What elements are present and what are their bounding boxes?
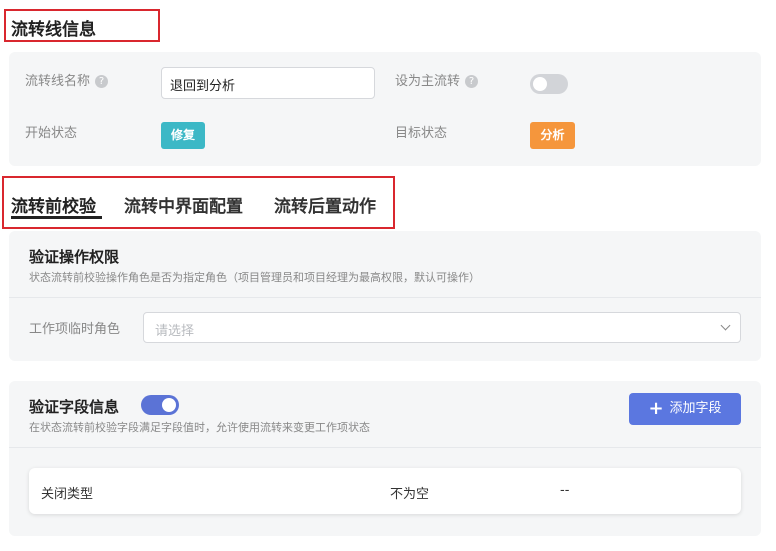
tab-bar: 流转前校验 流转中界面配置 流转后置动作 (2, 176, 395, 229)
tab-interface-config[interactable]: 流转中界面配置 (124, 192, 243, 217)
start-status-label: 开始状态 (25, 126, 78, 141)
target-status-tag: 分析 (530, 122, 575, 149)
tab-post-action[interactable]: 流转后置动作 (274, 192, 376, 217)
main-flow-label: 设为主流转? (395, 70, 479, 89)
add-field-button[interactable]: + 添加字段 (629, 393, 741, 425)
flow-info-card: 流转线名称? 退回到分析 设为主流转? 开始状态 修复 目标状态 分析 (9, 52, 761, 166)
permission-title: 验证操作权限 (29, 248, 120, 266)
field-check-title: 验证字段信息 (29, 398, 120, 416)
field-condition: 不为空 (390, 487, 430, 502)
field-check-subtitle: 在状态流转前校验字段满足字段值时，允许使用流转来变更工作项状态 (29, 421, 370, 434)
divider (9, 297, 761, 298)
tab-pre-check[interactable]: 流转前校验 (11, 192, 96, 217)
field-check-card: 验证字段信息 在状态流转前校验字段满足字段值时，允许使用流转来变更工作项状态 +… (9, 381, 761, 536)
role-select[interactable]: 请选择 (143, 312, 741, 343)
target-status-label: 目标状态 (395, 126, 448, 141)
flow-name-label: 流转线名称? (25, 70, 109, 89)
permission-subtitle: 状态流转前校验操作角色是否为指定角色（项目管理员和项目经理为最高权限，默认可操作… (29, 271, 480, 284)
flow-name-input[interactable]: 退回到分析 (161, 67, 375, 99)
toggle-knob (162, 398, 176, 412)
help-icon[interactable]: ? (465, 75, 479, 88)
divider (9, 447, 761, 448)
field-value: -- (560, 483, 570, 498)
role-label: 工作项临时角色 (29, 322, 121, 337)
field-check-toggle[interactable] (141, 395, 179, 415)
permission-card: 验证操作权限 状态流转前校验操作角色是否为指定角色（项目管理员和项目经理为最高权… (9, 231, 761, 361)
role-placeholder: 请选择 (155, 324, 195, 339)
chevron-down-icon (720, 320, 731, 331)
field-name: 关闭类型 (41, 487, 94, 502)
section-title: 流转线信息 (4, 9, 160, 42)
field-row[interactable]: 关闭类型 不为空 -- (29, 468, 741, 514)
start-status-tag: 修复 (161, 122, 205, 149)
add-field-label: 添加字段 (669, 401, 722, 416)
main-flow-toggle[interactable] (530, 74, 568, 94)
plus-icon: + (648, 398, 664, 419)
help-icon[interactable]: ? (95, 75, 109, 88)
toggle-knob (533, 77, 547, 91)
active-tab-indicator (11, 216, 102, 219)
